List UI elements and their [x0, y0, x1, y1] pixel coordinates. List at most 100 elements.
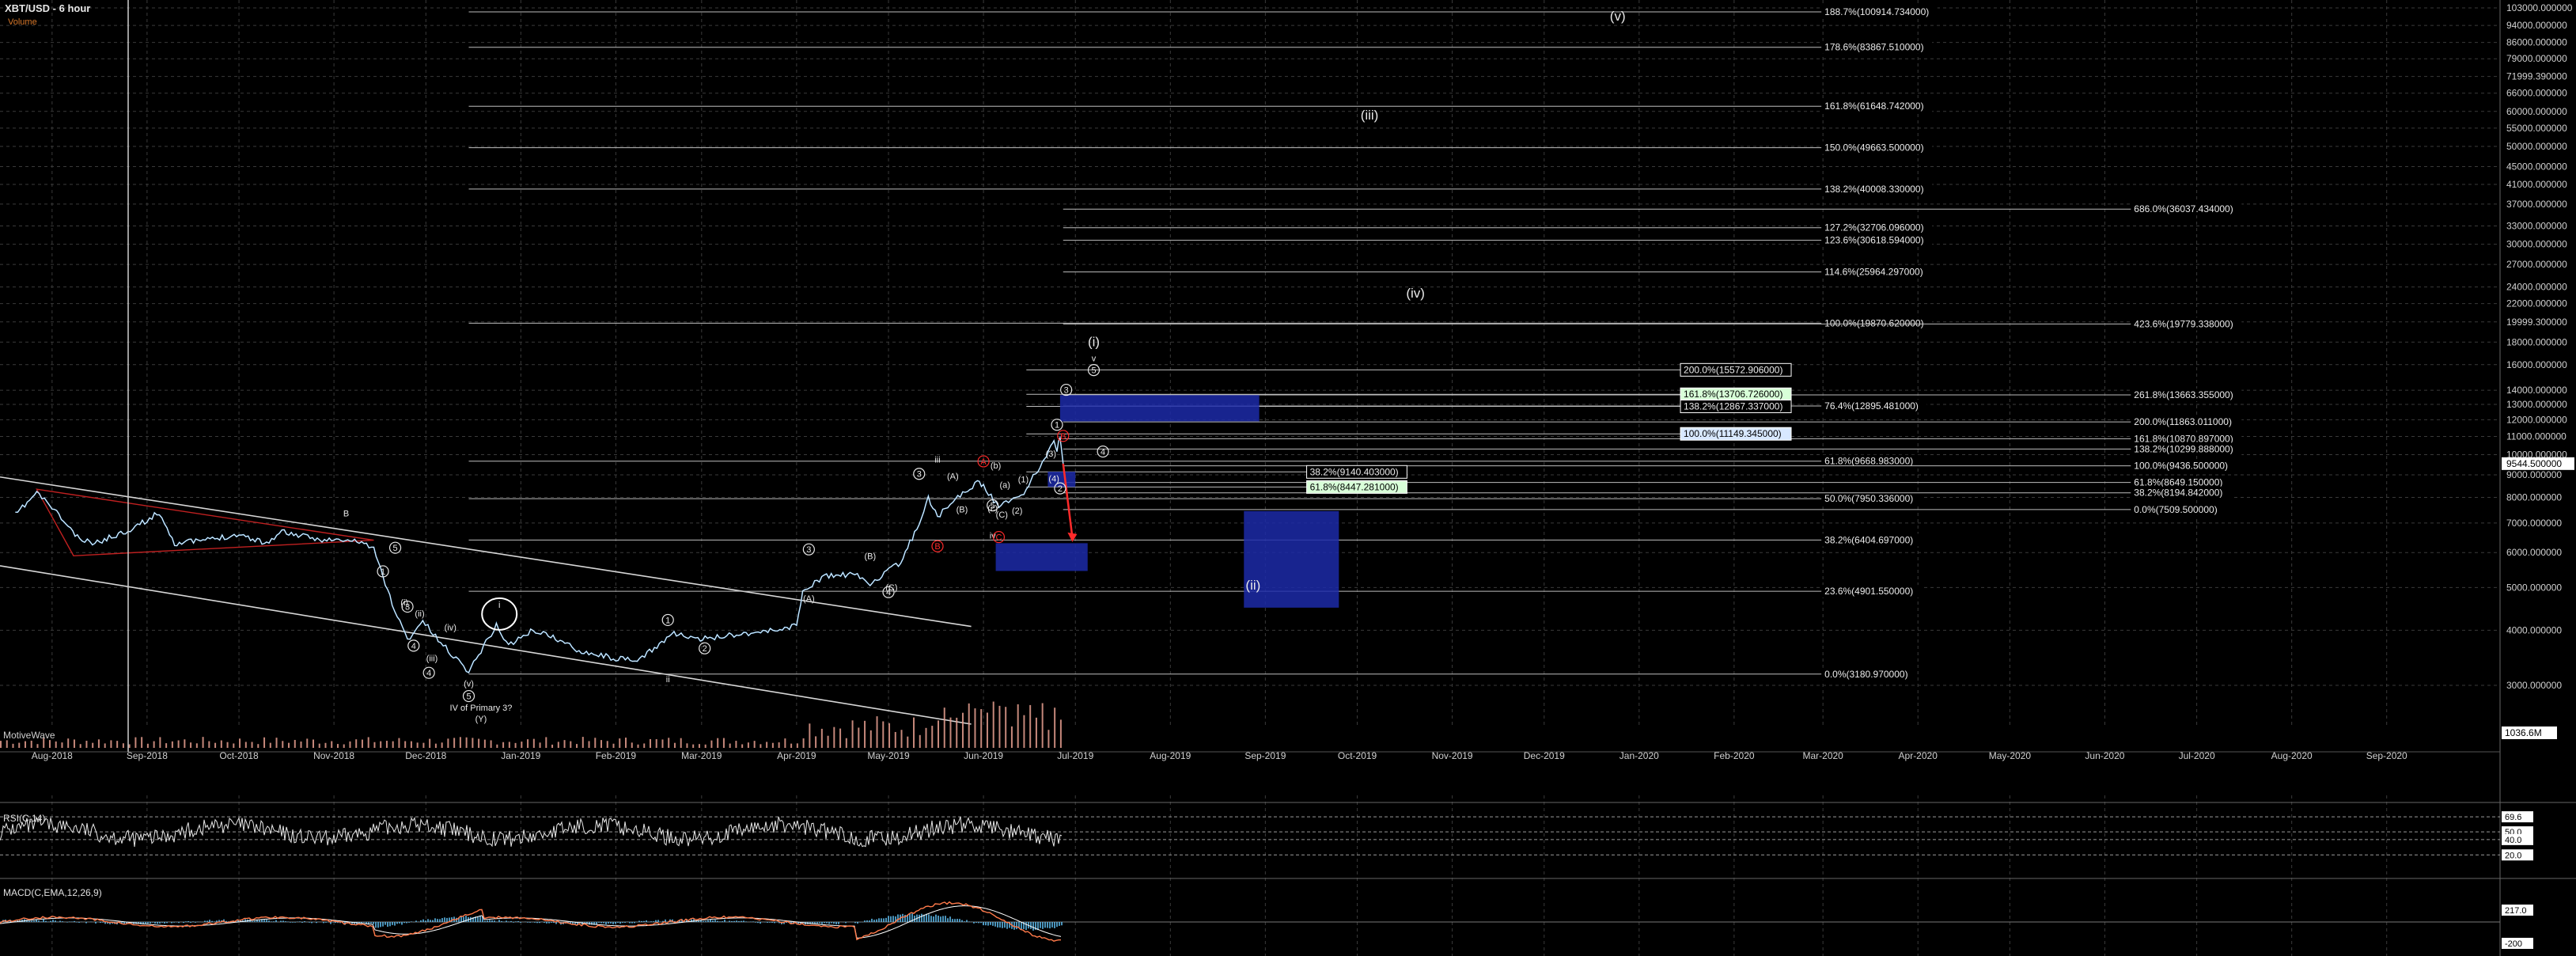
macd-histogram-bar — [980, 922, 982, 924]
macd-histogram-bar — [534, 922, 536, 923]
macd-histogram-bar — [150, 922, 151, 924]
macd-histogram-bar — [432, 920, 434, 922]
macd-histogram-bar — [603, 922, 604, 924]
macd-histogram-bar — [261, 920, 263, 922]
volume-bar — [373, 742, 376, 748]
macd-histogram-bar — [268, 920, 270, 922]
macd-histogram-bar — [1004, 922, 1006, 928]
macd-histogram-bar — [95, 922, 97, 924]
macd-histogram-bar — [816, 922, 818, 924]
macd-histogram-bar — [1040, 922, 1041, 928]
macd-histogram-bar — [282, 920, 284, 922]
macd-histogram-bar — [942, 916, 944, 922]
macd-histogram-bar — [164, 922, 165, 924]
volume-bar — [324, 742, 327, 748]
volume-bar — [61, 742, 63, 748]
macd-histogram-bar — [752, 921, 754, 922]
macd-histogram-bar — [420, 920, 422, 922]
volume-bar — [655, 739, 657, 748]
macd-histogram-bar — [650, 921, 652, 922]
target-box — [995, 543, 1088, 571]
macd-histogram-bar — [204, 920, 206, 922]
macd-histogram-bar — [375, 922, 377, 928]
wave-label: 4 — [886, 588, 891, 598]
macd-histogram-bar — [266, 920, 267, 922]
volume-bar — [919, 734, 921, 748]
macd-histogram-bar — [45, 920, 47, 922]
volume-bar — [907, 736, 909, 748]
volume-bar — [184, 739, 186, 748]
y-tick-label: 94000.000000 — [2506, 20, 2567, 31]
volume-bar — [833, 726, 835, 748]
macd-label: MACD(C,EMA,12,26,9) — [3, 887, 102, 898]
macd-histogram-bar — [31, 920, 32, 922]
y-tick-label: 14000.000000 — [2506, 385, 2567, 396]
fib-label: 0.0%(7509.500000) — [2134, 504, 2217, 515]
macd-histogram-bar — [43, 919, 44, 922]
volume-bar — [195, 743, 198, 748]
volume-bar — [244, 742, 247, 748]
macd-histogram-bar — [529, 922, 531, 923]
volume-bar — [539, 742, 541, 748]
volume-bar — [367, 737, 369, 748]
macd-histogram-bar — [275, 920, 277, 922]
macd-histogram-bar — [864, 920, 866, 922]
volume-bar — [134, 737, 137, 748]
macd-histogram-bar — [441, 918, 443, 922]
macd-histogram-bar — [316, 922, 317, 924]
macd-histogram-bar — [755, 922, 756, 923]
volume-bar — [214, 742, 217, 748]
macd-histogram-bar — [434, 918, 436, 922]
wave-label: (i) — [1088, 335, 1100, 350]
macd-histogram-bar — [994, 922, 996, 927]
macd-histogram-bar — [178, 922, 180, 924]
volume-bar — [557, 742, 559, 748]
fib-label: 178.6%(83867.510000) — [1824, 42, 1923, 53]
volume-label: Volume — [8, 17, 37, 27]
macd-histogram-bar — [489, 920, 491, 922]
volume-bar — [637, 744, 639, 748]
volume-bar — [85, 741, 88, 748]
volume-bar — [483, 739, 486, 748]
macd-histogram-bar — [757, 922, 759, 924]
fib-label: 150.0%(49663.500000) — [1824, 142, 1923, 154]
volume-bar — [735, 741, 737, 748]
wave-label: iii — [934, 455, 940, 465]
volume-bar — [760, 744, 762, 748]
macd-histogram-bar — [484, 920, 486, 922]
rsi-level-label: 20.0 — [2505, 851, 2521, 860]
price-chart[interactable]: 188.7%(100914.734000) 178.6%(83867.510000… — [0, 0, 2576, 956]
macd-histogram-bar — [508, 921, 510, 922]
wave-label: (B) — [864, 552, 876, 561]
volume-bar — [478, 738, 480, 748]
y-tick-label: 33000.000000 — [2506, 221, 2567, 232]
macd-histogram-bar — [422, 919, 424, 922]
macd-histogram-bar — [76, 922, 78, 923]
macd-histogram-bar — [975, 922, 977, 924]
volume-bar — [625, 738, 627, 748]
macd-histogram-bar — [36, 920, 37, 922]
volume-bar — [441, 742, 443, 748]
macd-histogram-bar — [1047, 922, 1048, 928]
volume-bar — [24, 741, 26, 748]
macd-histogram-bar — [211, 920, 213, 922]
volume-bar — [600, 740, 603, 748]
y-tick-label: 79000.000000 — [2506, 53, 2567, 64]
macd-histogram-bar — [881, 918, 882, 922]
macd-histogram-bar — [335, 922, 336, 924]
macd-histogram-bar — [707, 920, 709, 922]
y-tick-label: 3000.000000 — [2506, 680, 2562, 691]
macd-histogram-bar — [909, 913, 911, 922]
macd-histogram-bar — [263, 920, 265, 922]
macd-histogram-bar — [1051, 922, 1053, 928]
macd-histogram-bar — [869, 920, 870, 922]
macd-histogram-bar — [741, 920, 742, 922]
macd-histogram-bar — [515, 921, 517, 922]
macd-histogram-bar — [62, 921, 63, 922]
volume-bar — [496, 744, 498, 748]
macd-histogram-bar — [631, 922, 633, 924]
wave-label: 1 — [1055, 421, 1059, 431]
wave-label: A — [980, 457, 987, 467]
macd-histogram-bar — [833, 922, 835, 924]
macd-histogram-bar — [698, 920, 699, 922]
